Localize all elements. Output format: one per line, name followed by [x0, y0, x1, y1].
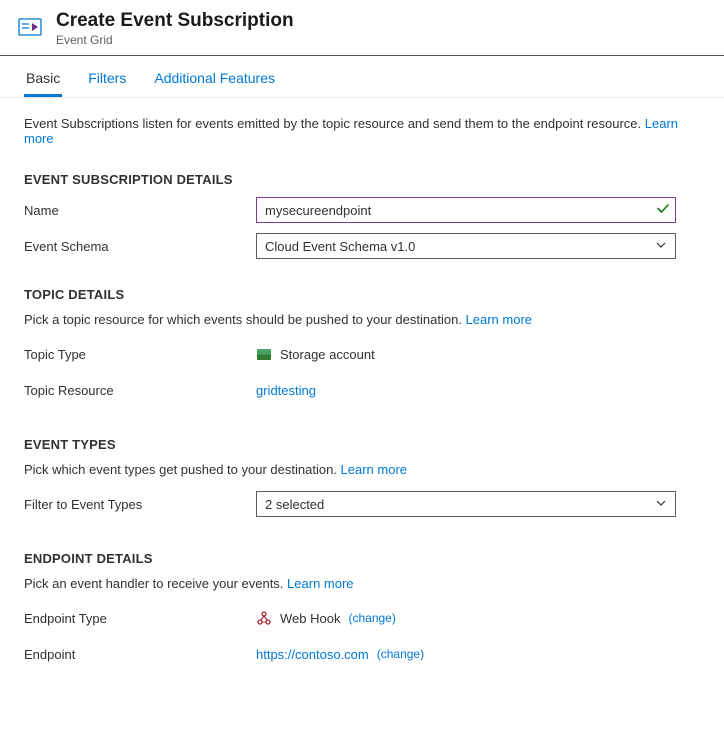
label-endpoint: Endpoint: [24, 647, 256, 662]
tab-bar: Basic Filters Additional Features: [0, 56, 724, 98]
chevron-down-icon: [655, 239, 667, 254]
intro-text: Event Subscriptions listen for events em…: [24, 116, 700, 146]
event-types-desc: Pick which event types get pushed to you…: [24, 462, 700, 477]
content-area: Event Subscriptions listen for events em…: [0, 98, 724, 731]
section-title-subscription: EVENT SUBSCRIPTION DETAILS: [24, 172, 700, 187]
tab-filters[interactable]: Filters: [86, 64, 128, 97]
intro-body: Event Subscriptions listen for events em…: [24, 116, 645, 131]
topic-desc-text: Pick a topic resource for which events s…: [24, 312, 466, 327]
topic-desc: Pick a topic resource for which events s…: [24, 312, 700, 327]
event-types-desc-text: Pick which event types get pushed to you…: [24, 462, 341, 477]
section-title-endpoint: ENDPOINT DETAILS: [24, 551, 700, 566]
event-grid-icon: [16, 14, 44, 42]
row-topic-type: Topic Type Storage account: [24, 341, 700, 367]
blade-header: Create Event Subscription Event Grid: [0, 0, 724, 56]
section-endpoint-details: ENDPOINT DETAILS Pick an event handler t…: [24, 551, 700, 667]
endpoint-change-link[interactable]: (change): [377, 647, 424, 661]
label-event-schema: Event Schema: [24, 239, 256, 254]
section-subscription-details: EVENT SUBSCRIPTION DETAILS Name Event Sc…: [24, 172, 700, 259]
event-schema-select[interactable]: Cloud Event Schema v1.0: [256, 233, 676, 259]
row-event-schema: Event Schema Cloud Event Schema v1.0: [24, 233, 700, 259]
endpoint-learn-more-link[interactable]: Learn more: [287, 576, 353, 591]
topic-learn-more-link[interactable]: Learn more: [466, 312, 532, 327]
name-input[interactable]: [256, 197, 676, 223]
tab-additional-features[interactable]: Additional Features: [152, 64, 277, 97]
topic-resource-link[interactable]: gridtesting: [256, 383, 316, 398]
section-event-types: EVENT TYPES Pick which event types get p…: [24, 437, 700, 517]
filter-event-types-select[interactable]: 2 selected: [256, 491, 676, 517]
filter-event-types-value: 2 selected: [265, 497, 324, 512]
endpoint-url-link[interactable]: https://contoso.com: [256, 647, 369, 662]
endpoint-desc-text: Pick an event handler to receive your ev…: [24, 576, 287, 591]
event-types-learn-more-link[interactable]: Learn more: [341, 462, 407, 477]
row-filter-event-types: Filter to Event Types 2 selected: [24, 491, 700, 517]
endpoint-type-change-link[interactable]: (change): [348, 611, 395, 625]
webhook-icon: [256, 610, 272, 626]
label-name: Name: [24, 203, 256, 218]
row-endpoint: Endpoint https://contoso.com (change): [24, 641, 700, 667]
row-endpoint-type: Endpoint Type Web Hook (change): [24, 605, 700, 631]
row-topic-resource: Topic Resource gridtesting: [24, 377, 700, 403]
label-topic-resource: Topic Resource: [24, 383, 256, 398]
storage-account-icon: [256, 346, 272, 362]
endpoint-desc: Pick an event handler to receive your ev…: [24, 576, 700, 591]
service-subtitle: Event Grid: [56, 33, 294, 47]
endpoint-type-value: Web Hook: [280, 611, 340, 626]
page-title: Create Event Subscription: [56, 10, 294, 32]
chevron-down-icon: [655, 497, 667, 512]
topic-type-value: Storage account: [280, 347, 375, 362]
event-schema-value: Cloud Event Schema v1.0: [265, 239, 415, 254]
label-endpoint-type: Endpoint Type: [24, 611, 256, 626]
row-name: Name: [24, 197, 700, 223]
section-topic-details: TOPIC DETAILS Pick a topic resource for …: [24, 287, 700, 403]
label-filter-event-types: Filter to Event Types: [24, 497, 256, 512]
tab-basic[interactable]: Basic: [24, 64, 62, 97]
label-topic-type: Topic Type: [24, 347, 256, 362]
section-title-event-types: EVENT TYPES: [24, 437, 700, 452]
section-title-topic: TOPIC DETAILS: [24, 287, 700, 302]
